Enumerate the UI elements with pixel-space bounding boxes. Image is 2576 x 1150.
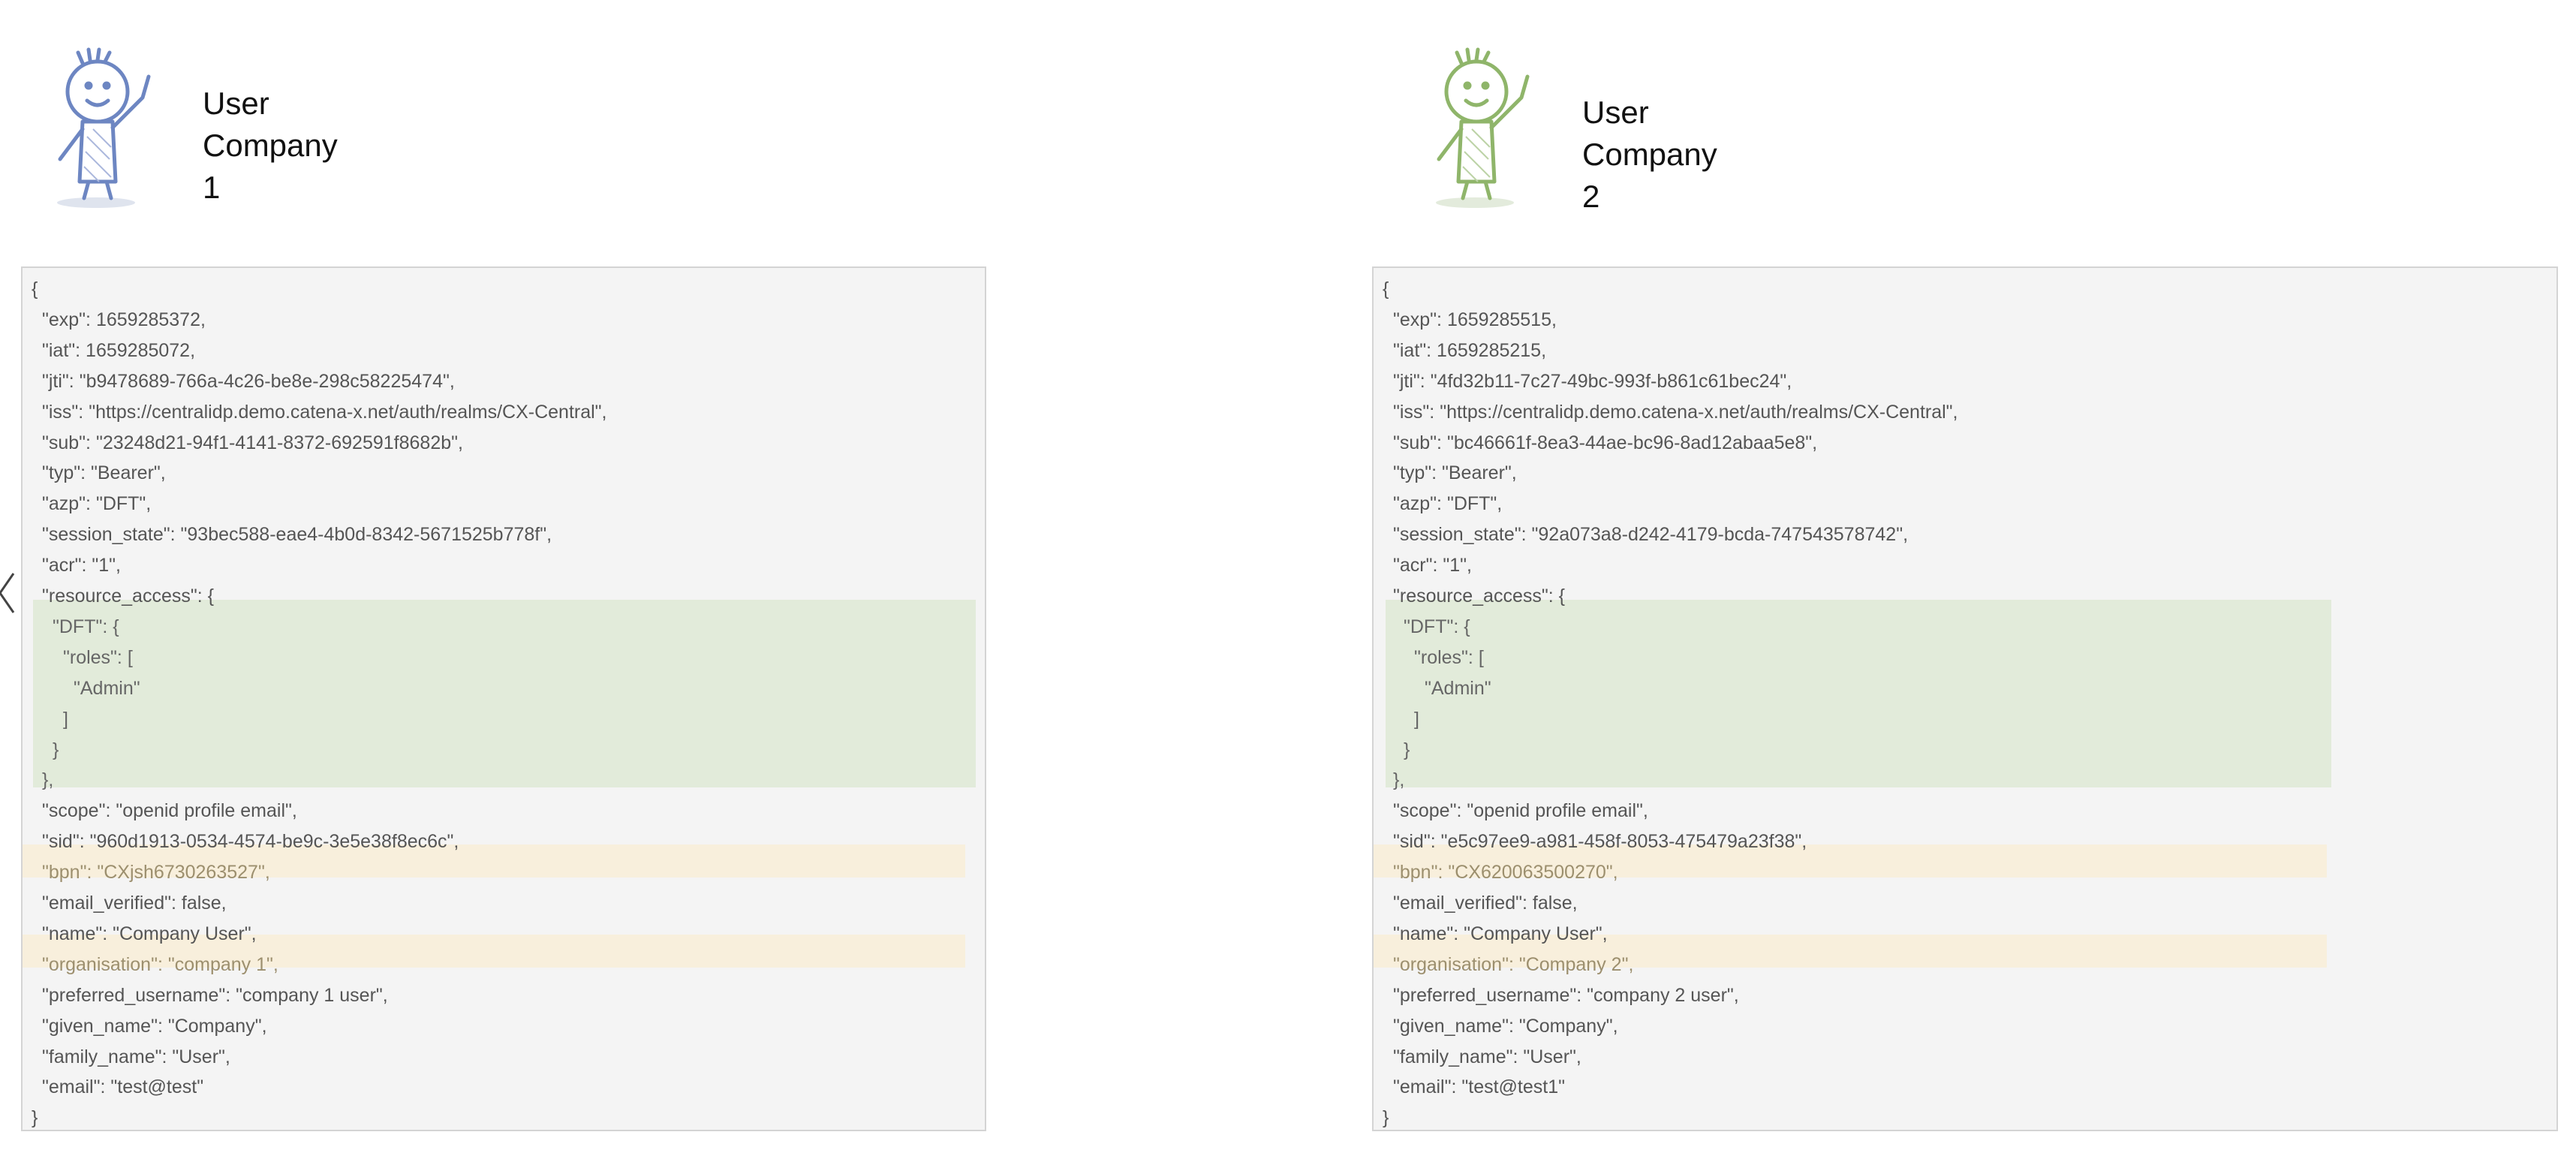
user-label-company: Company 1 <box>203 128 338 205</box>
token-line-organisation: "organisation": "Company 2", <box>1393 953 1634 975</box>
token-line-preferred-username: "preferred_username": "company 1 user", <box>42 984 388 1006</box>
roles-highlight <box>1386 600 2331 787</box>
jwt-token-panel-company-1: {"exp": 1659285372, "iat": 1659285072, "jt… <box>21 266 986 1131</box>
token-line-acr: "acr": "1", <box>1393 555 1472 577</box>
token-line-family-name: "family_name": "User", <box>1393 1046 1581 1067</box>
token-line-iat: "iat": 1659285215, <box>1393 339 1547 361</box>
token-line-bpn: "bpn": "CX620063500270", <box>1393 862 1618 884</box>
token-line-email: "email": "test@test" <box>42 1076 204 1098</box>
user-label: User Company 1 <box>203 83 338 209</box>
token-line-jti: "jti": "4fd32b11-7c27-49bc-993f-b861c61b… <box>1393 370 1792 392</box>
token-line-typ: "typ": "Bearer", <box>42 462 166 484</box>
token-line-scope: "scope": "openid profile email", <box>42 800 297 822</box>
token-line-dft: "DFT": { <box>1404 616 1470 637</box>
token-line-typ: "typ": "Bearer", <box>1393 462 1517 484</box>
token-line-sid: "sid": "960d1913-0534-4574-be9c-3e5e38f8… <box>42 831 459 853</box>
token-line-given-name: "given_name": "Company", <box>1393 1015 1618 1037</box>
token-line-exp: "exp": 1659285515, <box>1393 309 1557 330</box>
chevron-left-icon <box>0 573 15 613</box>
token-line-email: "email": "test@test1" <box>1393 1076 1566 1098</box>
token-line-sub: "sub": "23248d21-94f1-4141-8372-692591f8… <box>42 432 463 453</box>
token-line-open-brace: { <box>32 278 38 300</box>
user-label-line1: User <box>1582 95 1649 130</box>
token-line-dft-close: } <box>53 739 59 760</box>
token-line-email-verified: "email_verified": false, <box>1393 893 1578 914</box>
token-line-iss: "iss": "https://centralidp.demo.catena-x… <box>42 401 607 423</box>
token-line-email-verified: "email_verified": false, <box>42 893 227 914</box>
token-line-given-name: "given_name": "Company", <box>42 1015 267 1037</box>
token-line-session-state: "session_state": "93bec588-eae4-4b0d-834… <box>42 524 552 546</box>
token-line-role-admin: "Admin" <box>74 677 140 699</box>
token-line-scope: "scope": "openid profile email", <box>1393 800 1648 822</box>
token-line-name: "name": "Company User", <box>42 923 257 944</box>
token-line-roles-close: ] <box>63 708 68 730</box>
token-line-preferred-username: "preferred_username": "company 2 user", <box>1393 984 1739 1006</box>
token-line-iss: "iss": "https://centralidp.demo.catena-x… <box>1393 401 1958 423</box>
token-line-roles: "roles": [ <box>1414 646 1484 668</box>
token-line-role-admin: "Admin" <box>1425 677 1491 699</box>
token-line-roles: "roles": [ <box>63 646 133 668</box>
user-label: User Company 2 <box>1582 92 1717 218</box>
roles-highlight <box>33 600 976 787</box>
token-line-azp: "azp": "DFT", <box>1393 493 1503 515</box>
token-line-resource-access-close: }, <box>42 769 54 791</box>
token-line-dft-close: } <box>1404 739 1410 760</box>
token-line-iat: "iat": 1659285072, <box>42 339 196 361</box>
token-line-resource-access: "resource_access": { <box>42 586 214 607</box>
token-line-open-brace: { <box>1383 278 1389 300</box>
token-line-close-brace: } <box>1383 1107 1389 1129</box>
user-label-company: Company 2 <box>1582 137 1717 214</box>
token-line-resource-access: "resource_access": { <box>1393 586 1565 607</box>
token-line-sid: "sid": "e5c97ee9-a981-458f-8053-475479a2… <box>1393 831 1807 853</box>
user-label-line1: User <box>203 86 269 121</box>
token-line-session-state: "session_state": "92a073a8-d242-4179-bcd… <box>1393 524 1909 546</box>
token-line-exp: "exp": 1659285372, <box>42 309 206 330</box>
token-line-resource-access-close: }, <box>1393 769 1405 791</box>
token-line-organisation: "organisation": "company 1", <box>42 953 278 975</box>
token-line-bpn: "bpn": "CXjsh6730263527", <box>42 862 270 884</box>
token-line-acr: "acr": "1", <box>42 555 121 577</box>
token-line-dft: "DFT": { <box>53 616 119 637</box>
token-line-azp: "azp": "DFT", <box>42 493 152 515</box>
token-line-roles-close: ] <box>1414 708 1419 730</box>
stick-figure-waving-icon <box>57 47 151 208</box>
token-line-close-brace: } <box>32 1107 38 1129</box>
token-line-name: "name": "Company User", <box>1393 923 1608 944</box>
token-line-sub: "sub": "bc46661f-8ea3-44ae-bc96-8ad12aba… <box>1393 432 1818 453</box>
stick-figure-waving-icon <box>1436 47 1530 208</box>
jwt-token-panel-company-2: {"exp": 1659285515, "iat": 1659285215, "jt… <box>1372 266 2558 1131</box>
token-line-jti: "jti": "b9478689-766a-4c26-be8e-298c5822… <box>42 370 455 392</box>
token-line-family-name: "family_name": "User", <box>42 1046 230 1067</box>
